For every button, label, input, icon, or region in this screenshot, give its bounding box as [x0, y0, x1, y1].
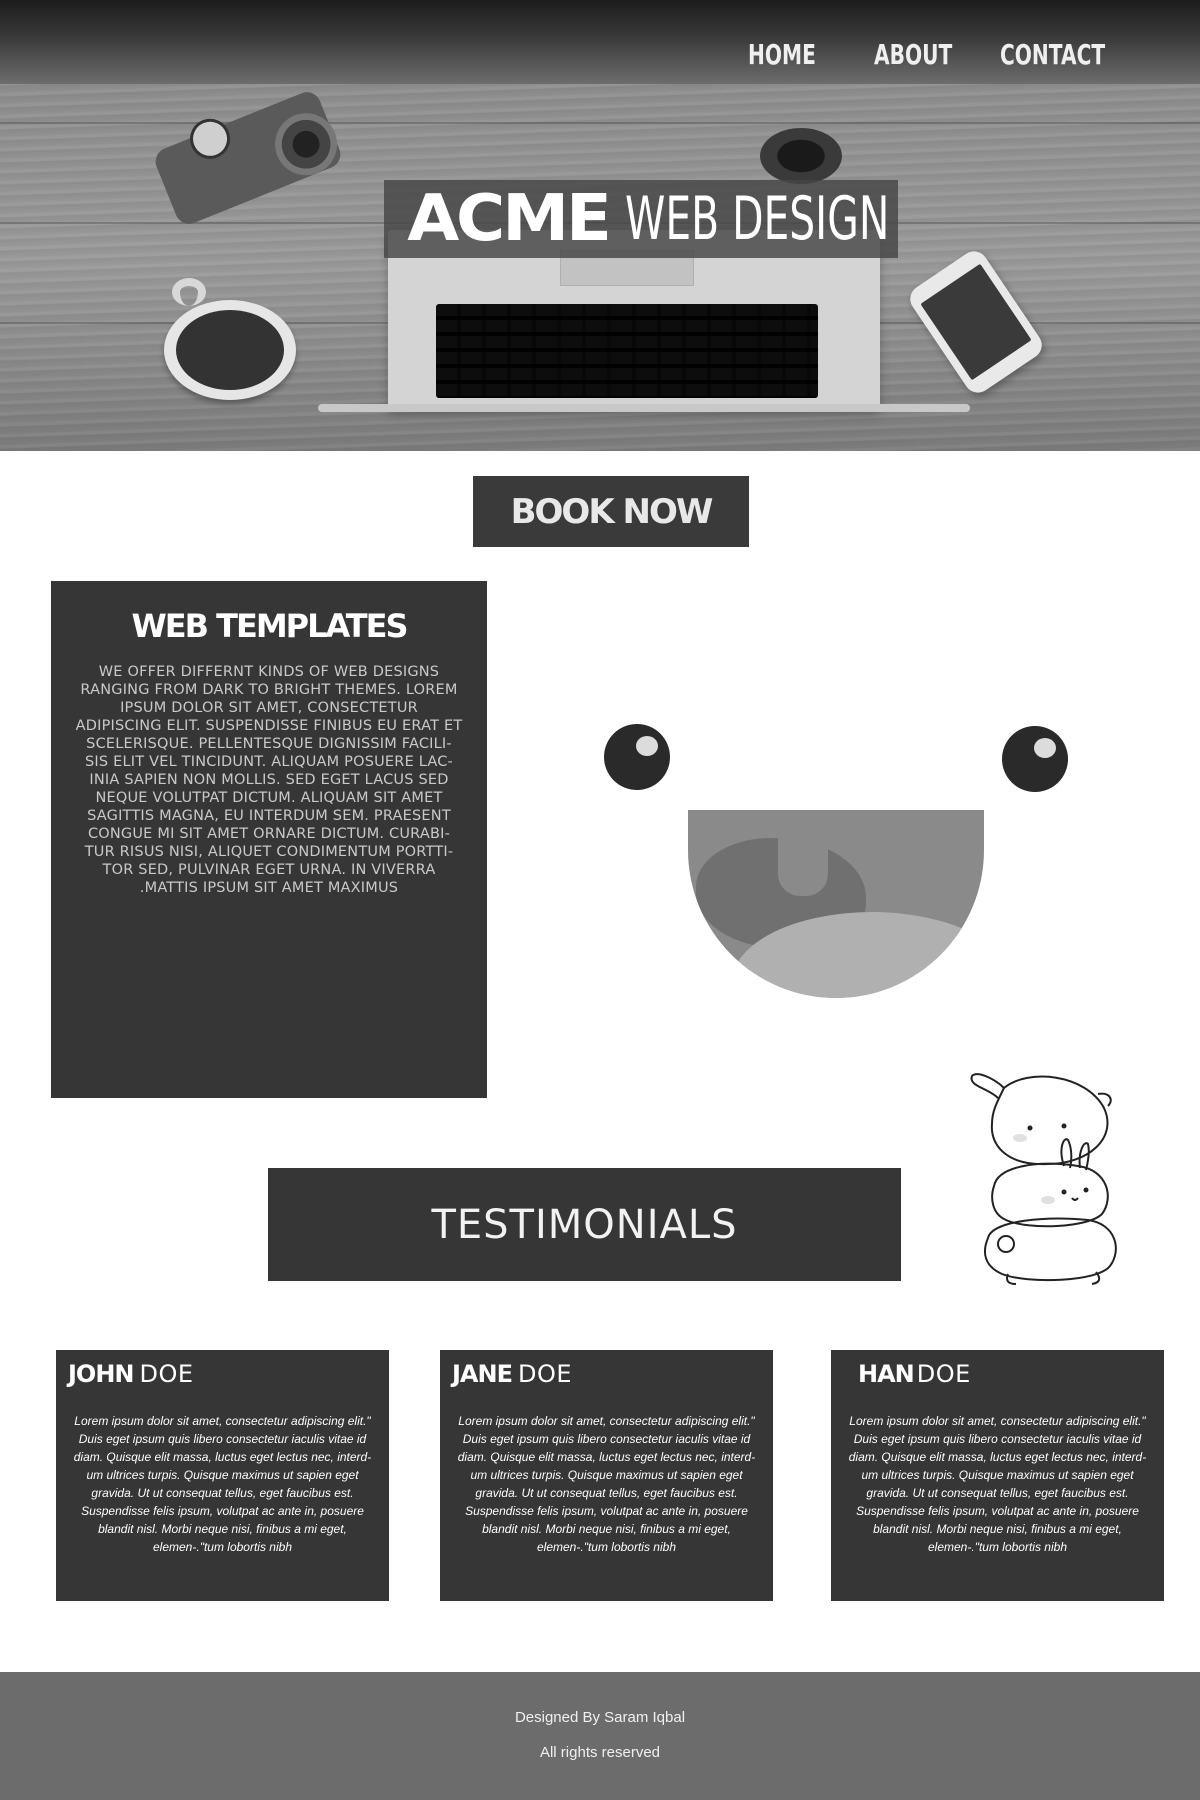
web-templates-title: WEB TEMPLATES: [131, 607, 408, 645]
site-logo: ACME WEB DESIGN: [384, 180, 898, 258]
testimonial-card: JOHN DOE Lorem ipsum dolor sit amet, cons…: [56, 1350, 389, 1601]
testimonial-author: HAN DOE: [858, 1360, 971, 1388]
site-footer: Designed By Saram Iqbal All rights reser…: [0, 1672, 1200, 1800]
author-last-name: DOE: [517, 1360, 573, 1388]
testimonial-author: JOHN DOE: [68, 1360, 194, 1388]
testimonials-heading-banner: TESTIMONIALS: [268, 1168, 901, 1281]
testimonial-quote: Lorem ipsum dolor sit amet, consectetur …: [848, 1414, 1147, 1554]
book-now-button[interactable]: BOOK NOW: [473, 476, 749, 547]
testimonial-card: JANE DOE Lorem ipsum dolor sit amet, cons…: [440, 1350, 773, 1601]
author-last-name: DOE: [916, 1360, 971, 1388]
footer-rights: All rights reserved: [539, 1744, 661, 1761]
brand-name-bold: ACME: [406, 182, 612, 256]
nav-home-link[interactable]: HOME: [748, 38, 816, 71]
smiley-face-illustration: [560, 690, 1120, 1030]
nav-about-link[interactable]: ABOUT: [874, 38, 952, 71]
testimonial-quote: Lorem ipsum dolor sit amet, consectetur …: [457, 1414, 756, 1554]
testimonial-card: HAN DOE Lorem ipsum dolor sit amet, conse…: [831, 1350, 1164, 1601]
lens-cap-image: [760, 128, 842, 184]
laptop-edge: [318, 404, 970, 412]
right-eye: [1002, 726, 1068, 792]
brand-name-light: WEB DESIGN: [625, 184, 890, 254]
main-nav: HOME ABOUT CONTACT: [748, 38, 1105, 71]
coffee-cup-image: [164, 278, 296, 400]
testimonial-author: JANE DOE: [452, 1360, 572, 1388]
hero-banner: HOME ABOUT CONTACT ACME WEB DESIGN: [0, 0, 1200, 451]
author-first-name: JOHN: [68, 1360, 135, 1388]
author-last-name: DOE: [139, 1360, 194, 1388]
footer-credit: Designed By Saram Iqbal: [514, 1709, 686, 1726]
web-templates-panel: WEB TEMPLATES We offer differnt kinds of…: [51, 581, 487, 1098]
stacked-bunnies-illustration: [970, 1073, 1117, 1285]
testimonial-quote: Lorem ipsum dolor sit amet, consectetur …: [73, 1414, 372, 1554]
testimonials-title: TESTIMONIALS: [431, 1201, 738, 1248]
web-templates-description: We offer differnt kinds of web designs r…: [75, 664, 463, 896]
author-first-name: JANE: [452, 1360, 513, 1388]
left-eye: [604, 724, 670, 790]
nav-contact-link[interactable]: CONTACT: [1000, 38, 1105, 71]
open-mouth: [688, 810, 984, 998]
author-first-name: HAN: [858, 1360, 915, 1388]
